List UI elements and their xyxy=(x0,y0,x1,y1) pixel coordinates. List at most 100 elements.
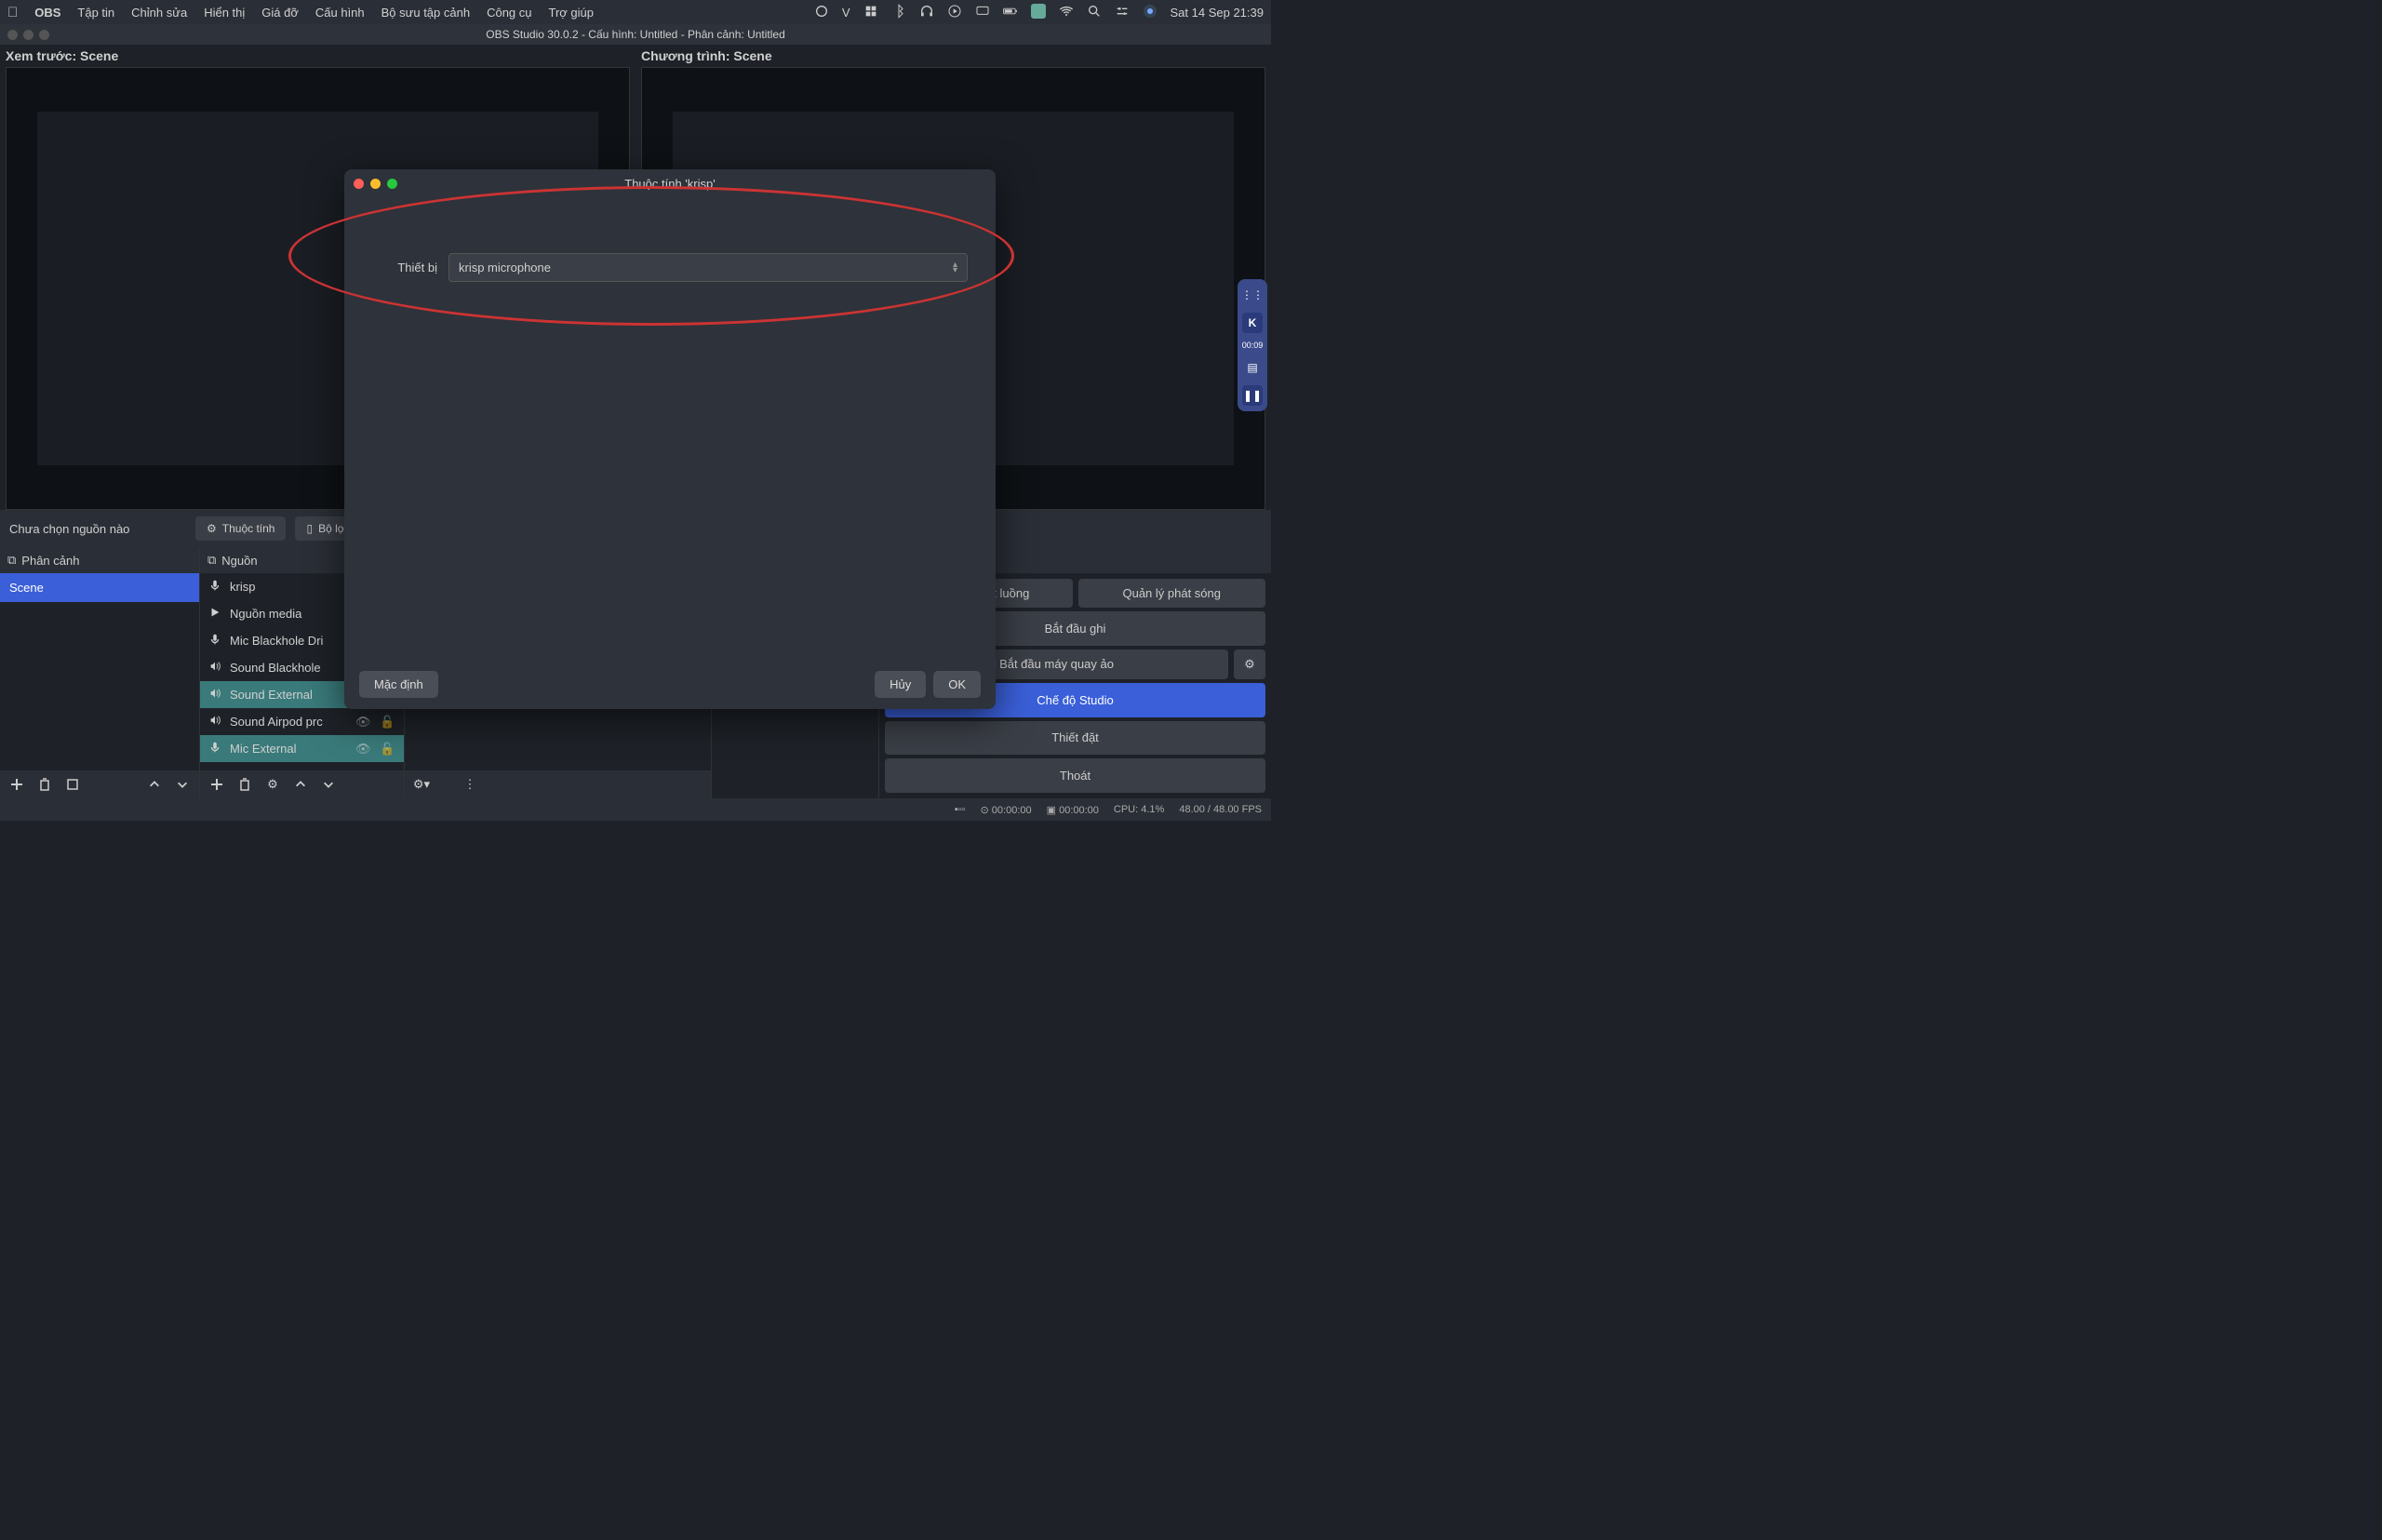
stage-manager-icon[interactable] xyxy=(863,4,878,21)
status-fps: 48.00 / 48.00 FPS xyxy=(1179,804,1262,815)
device-select[interactable]: krisp microphone ▴▾ xyxy=(448,253,968,282)
mixer-gear-button[interactable]: ⚙▾ xyxy=(408,773,435,796)
traffic-lights[interactable] xyxy=(7,30,49,40)
mixer-footer: ⚙▾ ⋮ xyxy=(405,770,711,798)
wifi-icon[interactable] xyxy=(1059,4,1074,21)
source-item[interactable]: Mic External 👁 🔓 xyxy=(200,735,404,762)
scene-filter-button[interactable] xyxy=(60,773,86,796)
spotlight-icon[interactable] xyxy=(1087,4,1102,21)
status-cpu: CPU: 4.1% xyxy=(1114,804,1164,815)
widget-drag-icon[interactable]: ⋮⋮ xyxy=(1242,285,1263,305)
properties-button[interactable]: ⚙ Thuộc tính xyxy=(195,516,286,541)
menu-docks[interactable]: Giá đỡ xyxy=(261,6,299,20)
add-scene-button[interactable] xyxy=(4,773,30,796)
headphones-icon[interactable] xyxy=(919,4,934,21)
scene-item[interactable]: Scene xyxy=(0,573,199,602)
screen-mirror-icon[interactable] xyxy=(975,4,990,21)
modal-titlebar[interactable]: Thuộc tính 'krisp' xyxy=(344,169,996,197)
device-label: Thiết bị xyxy=(372,261,437,275)
filters-icon: ▯ xyxy=(306,522,313,535)
app-icon[interactable] xyxy=(1031,4,1046,21)
siri-icon[interactable] xyxy=(1143,4,1158,21)
mic-icon xyxy=(207,579,222,595)
spk-icon xyxy=(207,714,222,730)
remove-scene-button[interactable] xyxy=(32,773,58,796)
window-titlebar: OBS Studio 30.0.2 - Cấu hình: Untitled -… xyxy=(0,24,1271,45)
bluetooth-icon[interactable] xyxy=(891,4,906,21)
status-bar: ▪▫▫ ⊙ 00:00:00 ▣ 00:00:00 CPU: 4.1% 48.0… xyxy=(0,798,1271,821)
minimize-window[interactable] xyxy=(23,30,33,40)
menubar-right: V Sat 14 Sep 21:39 xyxy=(814,4,1264,21)
remove-source-button[interactable] xyxy=(232,773,258,796)
dock-icon: ⧉ xyxy=(7,553,16,568)
settings-button[interactable]: Thiết đặt xyxy=(885,721,1265,756)
mic-icon xyxy=(207,741,222,757)
app-name[interactable]: OBS xyxy=(34,6,60,20)
play-icon xyxy=(207,606,222,622)
scene-up-button[interactable] xyxy=(141,773,167,796)
widget-notes-icon[interactable]: ▤ xyxy=(1242,357,1263,378)
source-item[interactable]: Sound Airpod prc 👁 🔓 xyxy=(200,708,404,735)
scenes-header[interactable]: ⧉ Phân cảnh xyxy=(0,547,199,573)
status-stream-time: ▣ 00:00:00 xyxy=(1047,804,1099,816)
menu-help[interactable]: Trợ giúp xyxy=(549,6,595,20)
maximize-window[interactable] xyxy=(39,30,49,40)
source-name: Mic Blackhole Dri xyxy=(230,634,348,648)
menu-view[interactable]: Hiển thị xyxy=(204,6,245,20)
device-row: Thiết bị krisp microphone ▴▾ xyxy=(372,253,968,282)
window-title: OBS Studio 30.0.2 - Cấu hình: Untitled -… xyxy=(486,28,785,41)
virtualcam-settings-button[interactable]: ⚙ xyxy=(1234,649,1265,679)
defaults-button[interactable]: Mặc định xyxy=(359,671,438,698)
add-source-button[interactable] xyxy=(204,773,230,796)
play-icon[interactable] xyxy=(947,4,962,21)
menu-scenecollection[interactable]: Bộ sưu tập cảnh xyxy=(381,6,470,20)
macos-menubar:  OBS Tập tin Chỉnh sửa Hiển thị Giá đỡ … xyxy=(0,0,1271,24)
menu-profile[interactable]: Cấu hình xyxy=(315,6,365,20)
mixer-menu-button[interactable]: ⋮ xyxy=(457,773,483,796)
device-value: krisp microphone xyxy=(459,261,551,275)
preview-left-label: Xem trước: Scene xyxy=(6,47,630,67)
close-window[interactable] xyxy=(7,30,18,40)
obs-tray-icon[interactable] xyxy=(814,4,829,21)
widget-pause-icon[interactable]: ❚❚ xyxy=(1242,385,1263,406)
source-properties-button[interactable]: ⚙ xyxy=(260,773,286,796)
source-up-button[interactable] xyxy=(288,773,314,796)
source-name: krisp xyxy=(230,580,348,594)
source-name: Nguồn media xyxy=(230,607,348,621)
ok-button[interactable]: OK xyxy=(933,671,981,698)
menu-edit[interactable]: Chỉnh sửa xyxy=(131,6,187,20)
visibility-icon[interactable]: 👁 xyxy=(355,742,372,757)
battery-icon[interactable] xyxy=(1003,4,1018,21)
widget-k-icon[interactable]: K xyxy=(1242,313,1263,333)
source-name: Sound Airpod prc xyxy=(230,715,348,729)
menu-tools[interactable]: Công cụ xyxy=(487,6,531,20)
lock-icon[interactable]: 🔓 xyxy=(380,742,396,757)
floating-widget[interactable]: ⋮⋮ K 00:09 ▤ ❚❚ xyxy=(1238,279,1267,411)
mic-icon xyxy=(207,633,222,649)
stats-icon[interactable]: ▪▫▫ xyxy=(955,804,966,815)
cancel-button[interactable]: Hủy xyxy=(875,671,926,698)
source-name: Sound External xyxy=(230,688,348,702)
source-down-button[interactable] xyxy=(315,773,341,796)
exit-button[interactable]: Thoát xyxy=(885,758,1265,793)
gear-icon: ⚙ xyxy=(207,522,217,535)
control-center-icon[interactable] xyxy=(1115,4,1130,21)
clock[interactable]: Sat 14 Sep 21:39 xyxy=(1171,6,1264,20)
apple-menu[interactable]:  xyxy=(7,5,18,20)
sources-footer: ⚙ xyxy=(200,770,404,798)
scenes-footer xyxy=(0,770,199,798)
v-icon[interactable]: V xyxy=(842,6,850,20)
modal-zoom-button[interactable] xyxy=(387,179,397,189)
source-name: Mic External xyxy=(230,742,348,756)
status-rec-time: ⊙ 00:00:00 xyxy=(981,804,1032,816)
visibility-icon[interactable]: 👁 xyxy=(355,715,372,730)
scene-down-button[interactable] xyxy=(169,773,195,796)
modal-title: Thuộc tính 'krisp' xyxy=(624,177,715,191)
scenes-panel: ⧉ Phân cảnh Scene xyxy=(0,547,200,798)
lock-icon[interactable]: 🔓 xyxy=(380,715,396,730)
spk-icon xyxy=(207,660,222,676)
modal-minimize-button[interactable] xyxy=(370,179,381,189)
modal-close-button[interactable] xyxy=(354,179,364,189)
manage-broadcast-button[interactable]: Quản lý phát sóng xyxy=(1078,579,1266,608)
menu-file[interactable]: Tập tin xyxy=(77,6,114,20)
